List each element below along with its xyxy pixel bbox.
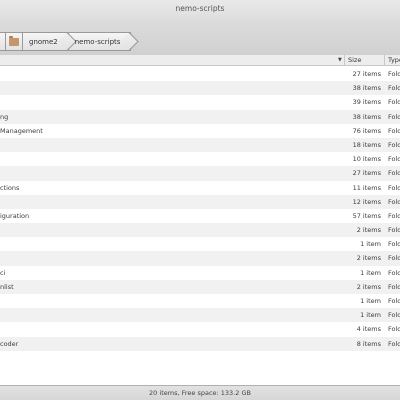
- column-header-name[interactable]: [0, 55, 345, 66]
- file-name: coder: [0, 339, 19, 348]
- file-size: 8 items: [356, 339, 381, 348]
- list-item[interactable]: 38 items Fold: [0, 81, 400, 96]
- list-item[interactable]: 1 item Fold: [0, 237, 400, 251]
- list-item[interactable]: nlist 2 items Fold: [0, 279, 400, 294]
- list-item[interactable]: ci 1 item Fold: [0, 266, 400, 280]
- file-size: 4 items: [356, 325, 381, 334]
- file-type: Fold: [388, 197, 400, 206]
- file-name: ctions: [0, 183, 20, 192]
- file-type: Fold: [388, 254, 400, 263]
- file-type: Fold: [388, 84, 400, 93]
- list-item[interactable]: 2 items Fold: [0, 251, 400, 266]
- file-name: Management: [0, 126, 43, 135]
- breadcrumb-item-nemo-scripts[interactable]: nemo-scripts: [68, 32, 132, 51]
- file-type: Fold: [388, 126, 400, 135]
- file-size: 11 items: [352, 183, 381, 192]
- file-size: 38 items: [352, 112, 381, 121]
- list-item[interactable]: 2 items Fold: [0, 223, 400, 238]
- file-name: nlist: [0, 282, 14, 291]
- breadcrumb: gnome2 nemo-scripts: [0, 32, 132, 51]
- file-size: 1 item: [360, 240, 381, 249]
- file-size: 57 items: [352, 211, 381, 220]
- list-item[interactable]: ng 38 items Fold: [0, 109, 400, 124]
- file-name: ng: [0, 112, 9, 121]
- file-size: 10 items: [352, 155, 381, 164]
- breadcrumb-home-button[interactable]: [6, 32, 23, 51]
- list-item[interactable]: 4 items Fold: [0, 322, 400, 336]
- file-size: 39 items: [352, 98, 381, 107]
- file-size: 38 items: [352, 84, 381, 93]
- file-type: Fold: [388, 268, 400, 277]
- list-item[interactable]: 27 items Fold: [0, 166, 400, 181]
- list-item[interactable]: 1 item Fold: [0, 308, 400, 323]
- file-size: 27 items: [352, 70, 381, 78]
- file-type: Fold: [388, 325, 400, 334]
- file-name: iguration: [0, 211, 30, 220]
- column-header-type[interactable]: Type: [385, 55, 400, 66]
- list-item[interactable]: coder 8 items Fold: [0, 336, 400, 351]
- file-size: 2 items: [356, 226, 381, 235]
- list-item[interactable]: Management 76 items Fold: [0, 124, 400, 138]
- file-name: ci: [0, 268, 6, 277]
- file-size: 1 item: [360, 311, 381, 320]
- file-size: 1 item: [360, 297, 381, 305]
- window-title: nemo-scripts: [0, 0, 400, 20]
- file-size: 2 items: [356, 254, 381, 263]
- file-type: Fold: [388, 155, 400, 164]
- list-item[interactable]: 1 item Fold: [0, 294, 400, 308]
- file-type: Fold: [388, 169, 400, 178]
- list-item[interactable]: ctions 11 items Fold: [0, 181, 400, 195]
- folder-icon: [9, 35, 19, 46]
- toolbar: gnome2 nemo-scripts: [0, 20, 400, 59]
- sort-descending-icon: ▼: [338, 57, 342, 63]
- column-header-bar: ▼ Size Type: [0, 55, 400, 66]
- column-header-size[interactable]: Size: [345, 55, 385, 66]
- file-type: Fold: [388, 226, 400, 235]
- status-bar: 20 items, Free space: 133.2 GB: [0, 385, 400, 400]
- list-item[interactable]: iguration 57 items Fold: [0, 209, 400, 223]
- file-type: Fold: [388, 70, 400, 78]
- file-size: 12 items: [352, 197, 381, 206]
- breadcrumb-item-label: nemo-scripts: [74, 37, 121, 46]
- list-item[interactable]: 12 items Fold: [0, 194, 400, 209]
- list-item[interactable]: 39 items Fold: [0, 95, 400, 109]
- file-type: Fold: [388, 98, 400, 107]
- file-type: Fold: [388, 282, 400, 291]
- file-type: Fold: [388, 183, 400, 192]
- list-item[interactable]: 18 items Fold: [0, 137, 400, 153]
- file-size: 76 items: [352, 126, 381, 135]
- file-type: Fold: [388, 112, 400, 121]
- breadcrumb-item-gnome2[interactable]: gnome2: [23, 32, 69, 51]
- file-size: 1 item: [360, 268, 381, 277]
- file-size: 18 items: [352, 140, 381, 149]
- file-type: Fold: [388, 211, 400, 220]
- file-type: Fold: [388, 297, 400, 305]
- file-type: Fold: [388, 339, 400, 348]
- file-type: Fold: [388, 240, 400, 249]
- list-item[interactable]: 27 items Fold: [0, 67, 400, 81]
- file-type: Fold: [388, 311, 400, 320]
- file-size: 27 items: [352, 169, 381, 178]
- list-item[interactable]: 10 items Fold: [0, 152, 400, 166]
- breadcrumb-item-label: gnome2: [29, 37, 58, 46]
- file-list: 27 items Fold 38 items Fold 39 items Fold ng 38…: [0, 67, 400, 351]
- file-size: 2 items: [356, 282, 381, 291]
- file-type: Fold: [388, 140, 400, 149]
